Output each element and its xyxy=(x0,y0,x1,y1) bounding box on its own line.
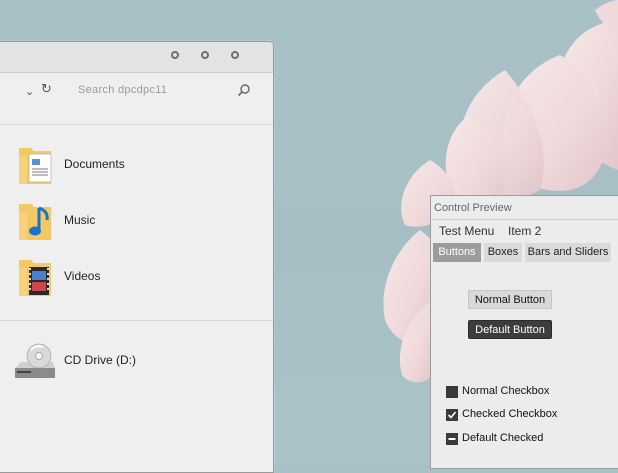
music-folder-icon xyxy=(19,204,51,240)
default-button[interactable]: Default Button xyxy=(468,320,552,339)
search-input[interactable]: Search dpcdpc11 xyxy=(78,84,167,96)
list-item-label: Documents xyxy=(64,157,125,171)
explorer-titlebar[interactable] xyxy=(0,42,273,73)
minimize-button[interactable] xyxy=(171,51,179,59)
list-item-label: CD Drive (D:) xyxy=(64,353,136,367)
maximize-button[interactable] xyxy=(201,51,209,59)
checked-checkbox[interactable]: Checked Checkbox xyxy=(446,408,616,423)
close-button[interactable] xyxy=(231,51,239,59)
checkbox-label: Checked Checkbox xyxy=(462,408,558,420)
tab-boxes[interactable]: Boxes xyxy=(484,243,522,262)
list-item-documents[interactable]: Documents xyxy=(17,142,257,188)
checkbox-label: Normal Checkbox xyxy=(462,385,550,397)
list-item-cd-drive[interactable]: CD Drive (D:) xyxy=(15,338,257,384)
normal-checkbox[interactable]: Normal Checkbox xyxy=(446,385,616,400)
divider xyxy=(431,219,618,220)
default-checked-checkbox[interactable]: Default Checked xyxy=(446,432,616,447)
divider xyxy=(0,124,273,125)
cd-drive-icon xyxy=(15,343,55,378)
list-item-videos[interactable]: Videos xyxy=(17,254,257,300)
divider xyxy=(0,320,273,321)
normal-button[interactable]: Normal Button xyxy=(468,290,552,309)
list-item-label: Videos xyxy=(64,269,101,283)
checkbox-unchecked-icon[interactable] xyxy=(446,386,458,398)
list-item-label: Music xyxy=(64,213,96,227)
tab-bars-and-sliders[interactable]: Bars and Sliders xyxy=(525,243,611,262)
menu-item-test-menu[interactable]: Test Menu xyxy=(439,224,494,238)
documents-folder-icon xyxy=(19,148,52,184)
window-title: Control Preview xyxy=(434,202,512,214)
tab-buttons[interactable]: Buttons xyxy=(433,243,481,262)
chevron-down-icon[interactable]: ⌄ xyxy=(25,85,34,98)
checkbox-indeterminate-icon[interactable] xyxy=(446,433,458,445)
checkbox-checked-icon[interactable] xyxy=(446,409,458,421)
videos-folder-icon xyxy=(19,260,51,296)
checkbox-label: Default Checked xyxy=(462,432,544,444)
refresh-icon[interactable]: ↻ xyxy=(41,82,52,97)
list-item-music[interactable]: Music xyxy=(17,198,257,244)
address-bar: ⌄ ↻ Search dpcdpc11 xyxy=(0,73,273,107)
menu-item-2[interactable]: Item 2 xyxy=(508,224,541,238)
control-preview-window: Control Preview Test Menu Item 2 Buttons… xyxy=(430,195,618,469)
search-icon[interactable] xyxy=(237,83,251,97)
explorer-window: ⌄ ↻ Search dpcdpc11 Documents Music Vide… xyxy=(0,41,274,473)
